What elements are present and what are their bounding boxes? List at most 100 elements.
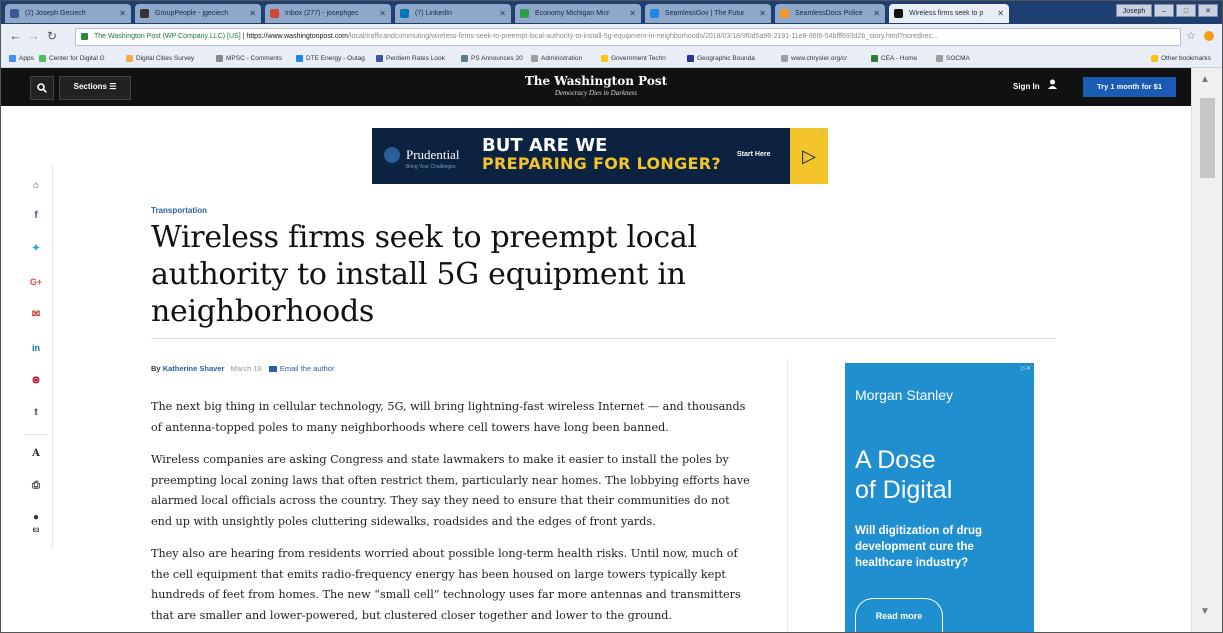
bookmark-item[interactable]: MPSC - Comments (216, 53, 282, 64)
home-icon[interactable]: ⌂ (20, 179, 52, 193)
email-icon[interactable]: ✉ (20, 308, 52, 322)
sign-in-button[interactable]: Sign In (1013, 77, 1071, 97)
menu-icon: ☰ (109, 82, 117, 91)
sign-in-label: Sign In (1013, 82, 1040, 92)
page-scrollbar[interactable]: ▲ ▼ (1191, 68, 1222, 632)
browser-tab-active[interactable]: Wireless firms seek to p ✕ (889, 4, 1009, 23)
tab-label: SeamlessDocs Police (795, 10, 863, 17)
article-kicker[interactable]: Transportation (151, 206, 207, 215)
bookmark-item[interactable]: www.chrysler.org/cr (781, 53, 847, 64)
minimize-icon[interactable]: – (1154, 4, 1174, 17)
browser-tab[interactable]: (2) Joseph Geciech ✕ (5, 4, 131, 23)
forward-icon[interactable]: → (27, 29, 40, 43)
bookmark-item[interactable]: PS Announces 20 (461, 53, 523, 64)
bookmark-item[interactable]: Center for Digital G (39, 53, 105, 64)
gmail-icon (270, 9, 279, 18)
tab-label: Inbox (277) - josephgec (285, 10, 359, 17)
close-tab-icon[interactable]: ✕ (759, 4, 766, 23)
adchoices-icon[interactable]: ▷✕ (1021, 365, 1031, 372)
article-paragraph: Wireless companies are asking Congress a… (151, 453, 750, 528)
pinterest-icon[interactable]: ⊛ (20, 374, 52, 388)
tab-label: (7) LinkedIn (415, 10, 452, 17)
google-plus-icon[interactable]: G+ (20, 275, 52, 289)
twitter-icon[interactable]: ✦ (20, 242, 52, 256)
scroll-up-icon[interactable]: ▲ (1200, 74, 1210, 85)
browser-tab[interactable]: SeamlessGov | The Futur ✕ (645, 4, 771, 23)
profile-button[interactable]: Joseph (1116, 4, 1152, 17)
close-tab-icon[interactable]: ✕ (119, 4, 126, 23)
close-tab-icon[interactable]: ✕ (629, 4, 636, 23)
comment-count[interactable]: 63 (20, 524, 52, 538)
close-tab-icon[interactable]: ✕ (997, 4, 1004, 23)
masthead[interactable]: The Washington Post Democracy Dies in Da… (481, 75, 711, 98)
linkedin-icon[interactable]: in (20, 341, 52, 355)
tumblr-icon[interactable]: t (20, 406, 52, 420)
site-header: Sections ☰ The Washington Post Democracy… (1, 68, 1191, 106)
side-ad-headline-2: of Digital (855, 476, 953, 504)
maximize-icon[interactable]: □ (1176, 4, 1196, 17)
bookmark-other[interactable]: Other bookmarks (1151, 53, 1211, 64)
site-icon (650, 9, 659, 18)
read-more-button[interactable]: Read more (855, 598, 943, 632)
tab-label: Economy Michigan Micr (535, 10, 610, 17)
ad-headline-1: BUT ARE WE (482, 135, 608, 156)
article-date: March 18 (230, 364, 262, 373)
close-tab-icon[interactable]: ✕ (873, 4, 880, 23)
adchoices-icon[interactable]: ▷ (821, 129, 826, 136)
browser-tab[interactable]: (7) LinkedIn ✕ (395, 4, 511, 23)
browser-tab[interactable]: SeamlessDocs Police ✕ (775, 4, 885, 23)
email-author-link[interactable]: Email the author (280, 364, 335, 373)
text-size-icon[interactable]: A (20, 447, 52, 461)
play-icon[interactable]: ▷ (790, 128, 828, 184)
browser-tab[interactable]: Inbox (277) - josephgec ✕ (265, 4, 391, 23)
browser-tab[interactable]: Economy Michigan Micr ✕ (515, 4, 641, 23)
tab-strip: (2) Joseph Geciech ✕ GroupPeople - jgeci… (1, 1, 1222, 24)
bookmark-star-icon[interactable]: ☆ (1186, 29, 1196, 43)
apps-icon (9, 55, 16, 62)
subscribe-button[interactable]: Try 1 month for $1 (1083, 77, 1176, 97)
bookmark-item[interactable]: Government Techn (601, 53, 666, 64)
column-divider (787, 358, 788, 632)
close-tab-icon[interactable]: ✕ (249, 4, 256, 23)
ad-cta[interactable]: Start Here (737, 151, 770, 158)
scrollbar-thumb[interactable] (1200, 98, 1215, 178)
url-field[interactable]: The Washington Post (WP Company LLC) [US… (75, 28, 1181, 46)
article-paragraph: They also are hearing from residents wor… (151, 547, 741, 622)
ad-brand: Prudential (406, 147, 460, 162)
masthead-logo: The Washington Post (524, 74, 668, 88)
url-path: /local/trafficandcommuting/wireless-firm… (347, 33, 938, 40)
back-icon[interactable]: ← (9, 29, 22, 43)
bookmark-item[interactable]: CEA - Home (871, 53, 917, 64)
lock-icon (81, 33, 88, 40)
side-ad-headline-1: A Dose (855, 446, 936, 474)
linkedin-icon (400, 9, 409, 18)
bookmark-item[interactable]: Geographic Bounda (687, 53, 755, 64)
bookmark-icon (461, 55, 468, 62)
scroll-down-icon[interactable]: ▼ (1200, 606, 1210, 617)
facebook-icon[interactable]: f (20, 209, 52, 223)
tab-label: (2) Joseph Geciech (25, 10, 86, 17)
search-icon (37, 83, 47, 93)
bookmark-apps[interactable]: Apps (9, 53, 34, 64)
extension-icon[interactable] (1204, 31, 1214, 41)
bookmark-item[interactable]: DTE Energy - Outag (296, 53, 365, 64)
reload-icon[interactable]: ↻ (47, 29, 57, 43)
side-ad[interactable]: ▷✕ Morgan Stanley A Dose of Digital Will… (845, 363, 1034, 632)
bookmark-item[interactable]: Administration (531, 53, 582, 64)
close-tab-icon[interactable]: ✕ (499, 4, 506, 23)
sections-button[interactable]: Sections ☰ (59, 76, 131, 100)
top-ad-banner[interactable]: Prudential Bring Your Challenges BUT ARE… (372, 128, 828, 184)
bookmark-item[interactable]: Digital Cities Survey (126, 53, 194, 64)
search-button[interactable] (30, 76, 54, 100)
close-window-icon[interactable]: ✕ (1198, 4, 1218, 17)
comments-icon[interactable]: ● (20, 511, 52, 525)
email-icon[interactable] (268, 366, 277, 373)
close-tab-icon[interactable]: ✕ (379, 4, 386, 23)
side-ad-brand: Morgan Stanley (855, 387, 954, 403)
bookmark-icon (296, 55, 303, 62)
bookmark-item[interactable]: Perdiem Rates Look (376, 53, 445, 64)
browser-tab[interactable]: GroupPeople - jgeciech ✕ (135, 4, 261, 23)
author-link[interactable]: Katherine Shaver (163, 364, 225, 373)
bookmark-item[interactable]: SOCMA (936, 53, 970, 64)
print-icon[interactable]: ⎙ (20, 479, 52, 493)
